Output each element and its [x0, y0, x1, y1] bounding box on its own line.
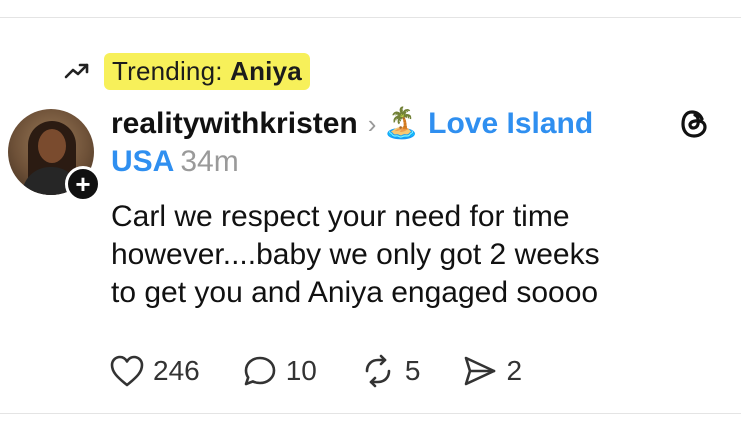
- trending-topic: Aniya: [230, 55, 302, 86]
- send-icon: [465, 356, 496, 386]
- trending-arrow-icon: [64, 61, 90, 81]
- post-text-line: Carl we respect your need for time: [111, 200, 570, 233]
- share-button[interactable]: 2: [462, 354, 522, 388]
- repost-button[interactable]: 5: [359, 354, 421, 388]
- like-count: 246: [153, 355, 200, 386]
- chevron-right-icon: ›: [367, 109, 377, 139]
- trending-label[interactable]: Trending: Aniya: [104, 52, 310, 90]
- post-body: Carl we respect your need for time howev…: [111, 198, 731, 312]
- threads-logo-icon[interactable]: [678, 107, 712, 141]
- repost-icon: [365, 354, 391, 388]
- like-button[interactable]: 246: [109, 354, 200, 388]
- username-link[interactable]: realitywithkristen: [111, 107, 358, 140]
- reply-count: 10: [285, 355, 317, 386]
- bottom-divider: [0, 413, 741, 414]
- comment-icon: [244, 356, 276, 386]
- repost-count: 5: [404, 355, 421, 386]
- top-divider: [0, 17, 741, 18]
- avatar-container[interactable]: +: [8, 109, 101, 202]
- post-text-line: however....baby we only got 2 weeks: [111, 238, 600, 271]
- reply-button[interactable]: 10: [242, 354, 317, 388]
- post-text-line: to get you and Aniya engaged soooo: [111, 276, 599, 309]
- action-bar: 246 10 5 2: [109, 352, 564, 390]
- trending-row[interactable]: Trending: Aniya: [64, 52, 310, 90]
- heart-icon: [110, 355, 144, 387]
- island-emoji-icon: 🏝️: [382, 107, 420, 140]
- avatar-face: [38, 129, 66, 163]
- post-timestamp: 34m: [180, 145, 239, 178]
- share-count: 2: [506, 355, 523, 386]
- post-header: realitywithkristen › 🏝️ Love Island USA 34m: [111, 105, 671, 181]
- follow-plus-icon[interactable]: +: [65, 166, 101, 202]
- trending-prefix: Trending:: [112, 55, 231, 86]
